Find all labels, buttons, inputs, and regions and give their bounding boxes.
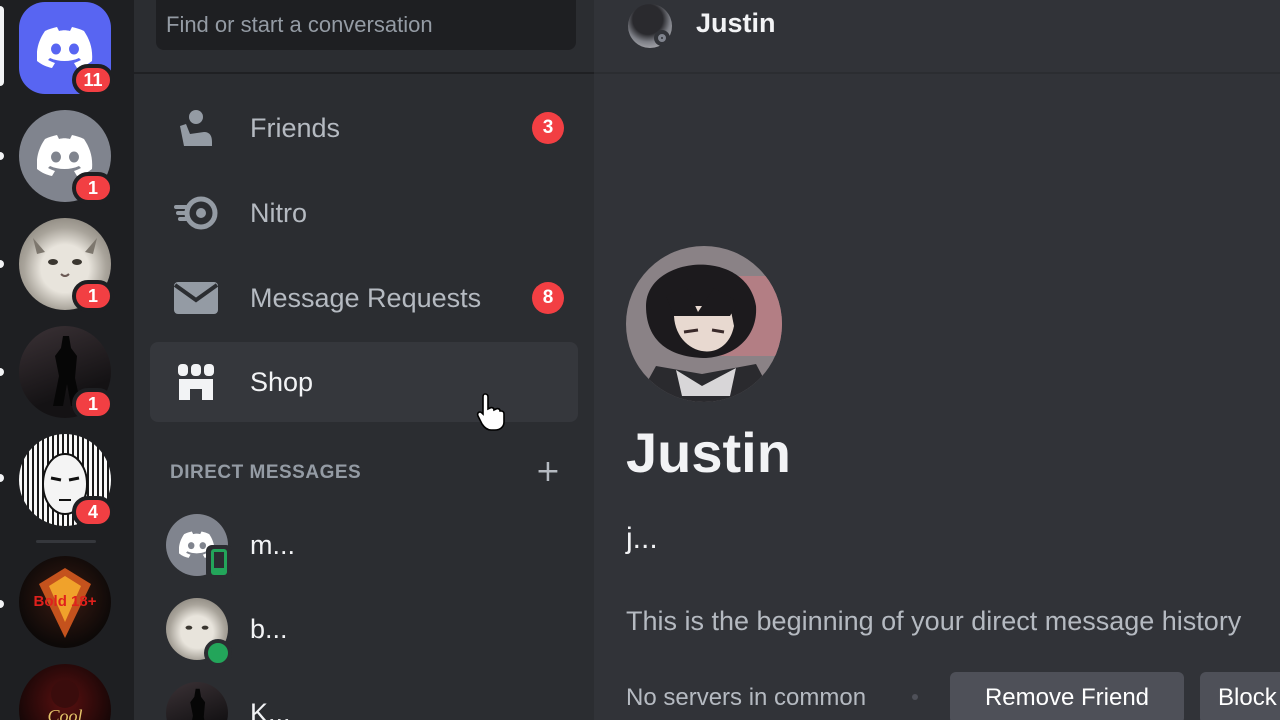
shop-icon — [172, 358, 220, 406]
server-rail: 11 1 1 1 4 Bold 18+ Cool — [0, 0, 134, 720]
search-input[interactable]: Find or start a conversation — [156, 0, 576, 50]
profile-avatar[interactable] — [626, 246, 782, 402]
envelope-icon — [172, 274, 220, 322]
dm-list-item[interactable]: K... — [150, 673, 578, 720]
server-badge: 1 — [72, 172, 114, 204]
block-button[interactable]: Block — [1200, 672, 1280, 720]
channel-header: Justin — [594, 0, 1280, 74]
nitro-icon — [172, 189, 220, 237]
direct-messages-header: DIRECT MESSAGES — [170, 462, 362, 483]
nav-item-message-requests[interactable]: Message Requests 8 — [150, 258, 578, 338]
nav-label: Nitro — [250, 197, 308, 228]
unread-indicator — [0, 600, 4, 608]
dm-history-intro: This is the beginning of your direct mes… — [626, 606, 1242, 636]
unread-indicator — [0, 474, 4, 482]
search-bar: Find or start a conversation — [134, 0, 594, 74]
bold-18-logo-icon: Bold 18+ — [19, 556, 111, 648]
server-icon-bold-18[interactable]: Bold 18+ — [19, 556, 111, 648]
mutual-servers-text: No servers in common — [626, 684, 867, 711]
nav-item-nitro[interactable]: Nitro — [150, 173, 578, 253]
nav-label: Message Requests — [250, 282, 482, 313]
server-icon-dark-figure[interactable]: 1 — [19, 326, 114, 420]
dm-name: m... — [250, 529, 295, 560]
unread-indicator — [0, 152, 4, 160]
dm-sidebar: Find or start a conversation Friends 3 N… — [134, 0, 594, 720]
separator-dot — [912, 694, 918, 700]
nav-label: Friends — [250, 112, 341, 143]
channel-title: Justin — [696, 8, 776, 38]
server-icon-manga[interactable]: 4 — [19, 434, 114, 528]
rail-separator — [36, 540, 96, 543]
server-icon-cool[interactable]: Cool — [19, 664, 111, 720]
cool-logo-icon: Cool — [19, 664, 111, 720]
nav-label: Shop — [250, 366, 314, 397]
server-badge: 4 — [72, 496, 114, 528]
cool-logo-text: Cool — [47, 706, 82, 720]
dm-list-item[interactable]: b... — [150, 589, 578, 669]
message-requests-badge: 8 — [532, 282, 564, 314]
dm-avatar-figure-icon — [166, 682, 228, 720]
dm-name: K... — [250, 697, 291, 720]
friends-badge: 3 — [532, 112, 564, 144]
hand-pointer-cursor-icon — [476, 392, 506, 432]
bold-18-logo-text: Bold 18+ — [34, 593, 97, 610]
server-badge: 1 — [72, 388, 114, 420]
server-icon-discord[interactable]: 1 — [19, 110, 114, 204]
unread-indicator — [0, 368, 4, 376]
offline-status-icon — [654, 30, 670, 46]
friends-icon — [172, 104, 220, 152]
dm-list-item[interactable]: m... — [150, 505, 578, 585]
dm-name: b... — [250, 613, 288, 644]
unread-indicator — [0, 260, 4, 268]
server-icon-cat[interactable]: 1 — [19, 218, 114, 312]
online-status-icon — [204, 639, 232, 667]
nav-item-friends[interactable]: Friends 3 — [150, 88, 578, 168]
nav-item-shop[interactable]: Shop — [150, 342, 578, 422]
dm-channel: Justin Justin j... This is the beginning… — [594, 0, 1280, 720]
mobile-status-icon — [206, 545, 232, 579]
selected-indicator — [0, 6, 4, 86]
home-button[interactable]: 11 — [19, 2, 114, 96]
profile-username: j... — [626, 522, 658, 555]
remove-friend-button[interactable]: Remove Friend — [950, 672, 1184, 720]
server-badge: 11 — [72, 64, 114, 96]
create-dm-plus-icon[interactable]: + — [534, 457, 562, 487]
server-badge: 1 — [72, 280, 114, 312]
profile-display-name: Justin — [626, 421, 791, 484]
